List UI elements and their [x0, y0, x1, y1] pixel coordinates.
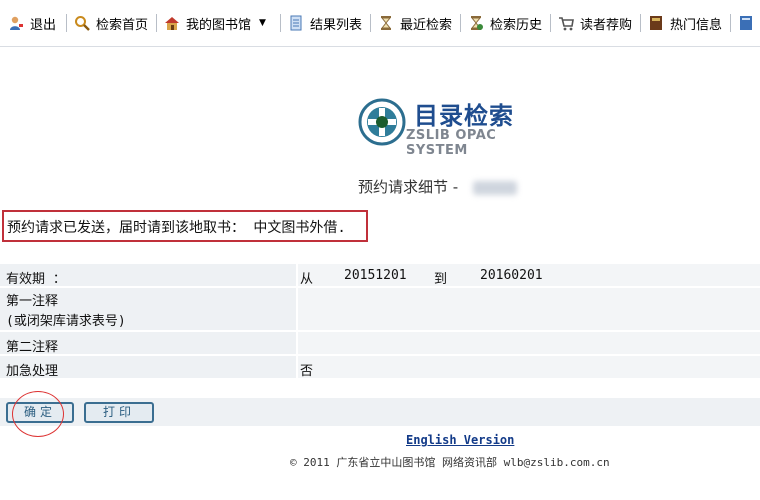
note1-label: 第一注释: [6, 294, 59, 309]
to-date: 20160201: [480, 268, 543, 283]
print-button[interactable]: 打印: [84, 402, 154, 423]
history-icon: [468, 15, 484, 31]
toolbar-result-list-label: 结果列表: [310, 17, 363, 33]
toolbar-hot-info[interactable]: 热门信息: [648, 12, 722, 34]
toolbar-recent-search-label: 最近检索: [400, 17, 453, 33]
page-title-text: 预约请求细节 -: [358, 178, 459, 196]
toolbar-my-library-label: 我的图书馆: [186, 17, 252, 33]
note1-sublabel: (或闭架库请求表号): [6, 314, 126, 329]
toolbar-reader-recommend-label: 读者荐购: [580, 17, 633, 33]
cart-icon: [558, 15, 574, 31]
toolbar-search-history[interactable]: 检索历史: [468, 12, 542, 34]
note2-value: [296, 332, 760, 354]
notice-message: 预约请求已发送，届时请到该地取书： 中文图书外借.: [2, 210, 368, 242]
opac-logo: 目录检索 ZSLIB OPAC SYSTEM: [358, 96, 558, 158]
details-table: 有效期 ： 从 20151201 到 20160201 第一注释 (或闭架库请求…: [0, 264, 760, 380]
redacted-name: [472, 180, 517, 195]
toolbar-search-home[interactable]: 检索首页: [74, 12, 148, 34]
notebook-icon: [738, 15, 754, 31]
user-exit-icon: [8, 15, 24, 31]
hourglass-icon: [378, 15, 394, 31]
row-note1: 第一注释 (或闭架库请求表号): [0, 288, 760, 330]
toolbar-reader-recommend[interactable]: 读者荐购: [558, 12, 632, 34]
urgent-label: 加急处理: [6, 364, 59, 379]
book-icon: [648, 15, 664, 31]
row-urgent: 加急处理 否: [0, 356, 760, 379]
dropdown-caret-icon[interactable]: ▼: [259, 18, 266, 28]
from-date: 20151201: [344, 268, 407, 283]
confirm-button[interactable]: 确定: [6, 402, 74, 423]
row-validity: 有效期 ： 从 20151201 到 20160201: [0, 264, 760, 287]
button-bar: 确定 打印: [0, 398, 760, 426]
logo-title: 目录检索: [414, 102, 514, 130]
from-label: 从: [300, 272, 314, 287]
search-icon: [74, 15, 90, 31]
note1-value: [296, 288, 760, 330]
toolbar-more[interactable]: [738, 12, 760, 34]
copyright-text: © 2011 广东省立中山图书馆 网络资讯部 wlb@zslib.com.cn: [290, 456, 610, 469]
row-note2: 第二注释: [0, 332, 760, 355]
toolbar-logout[interactable]: 退出: [8, 12, 56, 34]
to-label: 到: [434, 272, 448, 287]
english-version-link[interactable]: English Version: [406, 433, 514, 447]
toolbar-result-list[interactable]: 结果列表: [288, 12, 362, 34]
validity-label: 有效期 ：: [6, 272, 66, 287]
toolbar-search-home-label: 检索首页: [96, 17, 149, 33]
home-icon: [164, 15, 180, 31]
document-list-icon: [288, 15, 304, 31]
note2-label: 第二注释: [6, 340, 59, 355]
toolbar-my-library[interactable]: 我的图书馆 ▼: [164, 12, 266, 34]
toolbar-search-history-label: 检索历史: [490, 17, 543, 33]
page-title: 预约请求细节 -: [358, 176, 517, 197]
toolbar-logout-label: 退出: [30, 17, 57, 33]
toolbar-hot-info-label: 热门信息: [670, 17, 723, 33]
top-toolbar: 退出 检索首页 我的图书馆 ▼ 结果列表 最近检索 检索历史 读者荐购 热门信息: [0, 0, 760, 47]
toolbar-recent-search[interactable]: 最近检索: [378, 12, 452, 34]
logo-subtitle: ZSLIB OPAC SYSTEM: [406, 128, 497, 158]
urgent-value: 否: [300, 364, 314, 379]
library-seal-icon: [358, 98, 406, 146]
